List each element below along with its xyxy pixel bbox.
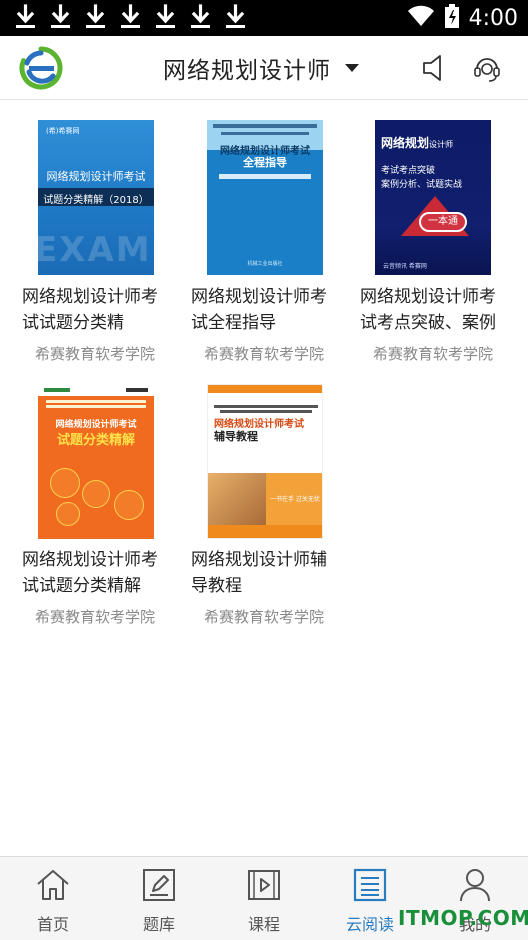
nav-label: 首页: [36, 915, 69, 934]
book-cover[interactable]: 网络规划设计师考试 全程指导 机械工业出版社: [207, 120, 323, 275]
cover-line: [214, 405, 318, 408]
cover-band: [208, 385, 322, 393]
download-icon: [154, 4, 177, 30]
cover-circle: [82, 480, 110, 508]
book-title-line: 网络规划设计师考: [360, 287, 496, 307]
book-cover[interactable]: (希)希赛网 EXAM 网络规划设计师考试 试题分类精解（2018）: [38, 120, 154, 275]
home-icon: [35, 867, 71, 903]
app-header: 网络规划设计师: [0, 36, 528, 100]
cover-subtitle: 全程指导: [243, 156, 287, 169]
book-title[interactable]: 网络规划设计师考 试全程指导: [191, 284, 353, 336]
book-title-line: 网络规划设计师考: [22, 550, 158, 570]
page-title: 网络规划设计师: [163, 58, 331, 84]
cover-bg-text: EXAM: [38, 230, 152, 270]
document-list-icon: [352, 867, 388, 903]
app-logo-icon[interactable]: [19, 46, 63, 90]
cover-subtitle: 考试考点突破案例分析、试题实战: [381, 164, 462, 192]
book-author: 希赛教育软考学院: [203, 608, 324, 626]
download-icon: [84, 4, 107, 30]
book-author: 希赛教育软考学院: [203, 345, 324, 363]
book-title-line: 网络规划设计师考: [191, 287, 327, 307]
speaker-icon[interactable]: [420, 52, 450, 84]
chevron-down-icon: [345, 64, 359, 72]
customer-service-icon[interactable]: [472, 52, 502, 84]
cover-line: [220, 410, 312, 413]
download-icon: [189, 4, 212, 30]
book-cover[interactable]: 网络规划设计师考试 试题分类精解: [38, 384, 154, 539]
cover-slogan: 一书在手 过关无忧: [270, 496, 320, 503]
book-title-line: 试全程指导: [191, 313, 276, 333]
cover-circle: [56, 502, 80, 526]
nav-item-home[interactable]: 首页: [0, 857, 106, 940]
book-title[interactable]: 网络规划设计师考 试试题分类精解: [22, 547, 184, 599]
download-icon: [14, 4, 37, 30]
battery-icon: [444, 4, 459, 32]
nav-label: 题库: [142, 915, 175, 934]
book-title[interactable]: 网络规划设计师考 试考点突破、案例: [360, 284, 522, 336]
cover-title-small: 设计师: [429, 140, 454, 149]
cover-subtitle-line: 考试考点突破: [381, 166, 436, 176]
nav-label: 课程: [247, 915, 280, 934]
cover-line: [219, 174, 311, 179]
book-title-line: 网络规划设计师辅: [191, 550, 327, 570]
cover-photo: [208, 473, 266, 525]
book-title-line: 试考点突破、案例: [360, 313, 496, 333]
cover-badge: 一本通: [419, 212, 467, 232]
book-author: 希赛教育软考学院: [372, 345, 493, 363]
cover-subtitle: 辅导教程: [214, 430, 258, 443]
download-icon: [224, 4, 247, 30]
cover-title: 网络规划设计师: [381, 134, 453, 151]
nav-item-courses[interactable]: 课程: [211, 857, 317, 940]
title-dropdown[interactable]: 网络规划设计师: [163, 50, 359, 86]
book-cover[interactable]: 网络规划设计师 考试考点突破案例分析、试题实战 一本通 云音频讯 希赛网: [375, 120, 491, 275]
download-icon: [119, 4, 142, 30]
book-cover[interactable]: 网络规划设计师考试 辅导教程 一书在手 过关无忧: [207, 384, 323, 539]
cover-title-main: 网络规划: [381, 136, 430, 150]
cover-subtitle: 试题分类精解: [56, 433, 135, 448]
book-title-line: 试试题分类精: [22, 313, 124, 333]
cover-band: [208, 525, 322, 538]
cover-title: 网络规划设计师考试: [46, 170, 146, 183]
book-author: 希赛教育软考学院: [34, 608, 155, 626]
play-icon: [246, 867, 282, 903]
cover-circle: [50, 468, 80, 498]
cover-header-lines: [46, 400, 146, 414]
cover-publisher: 机械工业出版社: [247, 261, 283, 267]
cover-publisher: 云音频讯 希赛网: [383, 263, 427, 270]
watermark: ITMOP.COM: [398, 906, 528, 930]
status-bar: 4:00: [0, 0, 528, 36]
cover-brand: (希)希赛网: [46, 127, 80, 135]
status-right: 4:00: [407, 4, 518, 32]
book-title-line: 导教程: [191, 576, 242, 596]
user-icon: [457, 867, 493, 903]
cover-subtitle: 试题分类精解（2018）: [43, 195, 149, 206]
book-title-line: 试试题分类精解: [22, 576, 141, 596]
notification-icons: [14, 4, 247, 30]
book-title[interactable]: 网络规划设计师考 试试题分类精: [22, 284, 184, 336]
nav-item-question-bank[interactable]: 题库: [106, 857, 212, 940]
wifi-icon: [407, 5, 435, 31]
download-icon: [49, 4, 72, 30]
cover-band: [38, 384, 154, 396]
cover-line: [221, 132, 309, 135]
edit-icon: [141, 867, 177, 903]
cover-circle: [114, 490, 144, 520]
status-time: 4:00: [468, 5, 518, 31]
book-author: 希赛教育软考学院: [34, 345, 155, 363]
cover-subtitle-line: 案例分析、试题实战: [381, 180, 463, 190]
cover-line: [213, 124, 317, 128]
book-title-line: 网络规划设计师考: [22, 287, 158, 307]
book-title[interactable]: 网络规划设计师辅 导教程: [191, 547, 353, 599]
